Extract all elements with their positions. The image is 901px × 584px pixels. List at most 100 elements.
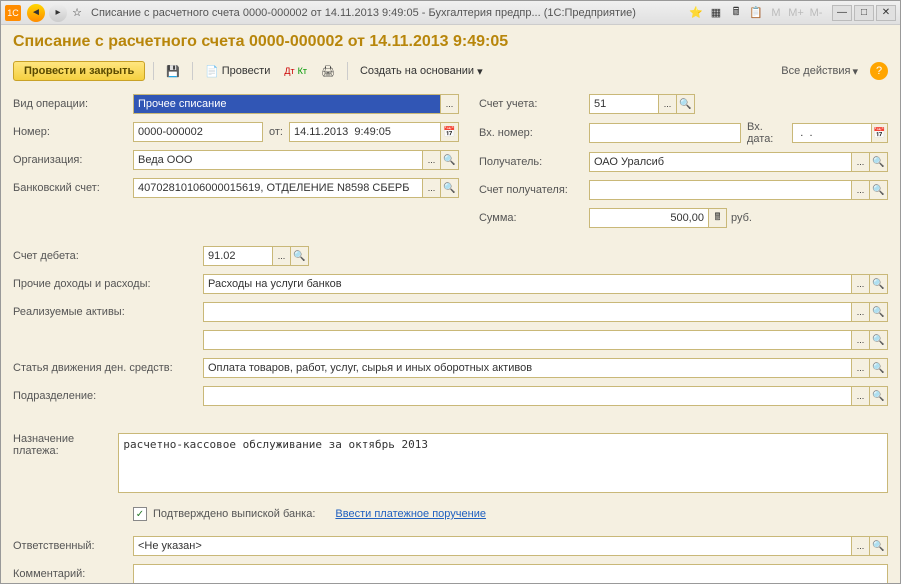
division-select-button[interactable]: ...: [852, 386, 870, 406]
recipient-acc-search-button[interactable]: 🔍: [870, 180, 888, 200]
window-title: Списание с расчетного счета 0000-000002 …: [91, 7, 688, 19]
bank-acc-input[interactable]: [133, 178, 423, 198]
recipient-label: Получатель:: [479, 156, 589, 168]
division-label: Подразделение:: [13, 390, 203, 402]
sum-label: Сумма:: [479, 212, 589, 224]
grid-icon[interactable]: ▦: [708, 5, 724, 21]
assets-select-button[interactable]: ...: [852, 302, 870, 322]
sum-input[interactable]: [589, 208, 709, 228]
comment-input[interactable]: [133, 564, 888, 583]
post-button[interactable]: 📄Провести: [201, 63, 274, 80]
titlebar: 1С ◄ ▸ ☆ Списание с расчетного счета 000…: [1, 1, 900, 25]
org-select-button[interactable]: ...: [423, 150, 441, 170]
from-label: от:: [269, 126, 283, 138]
account-input[interactable]: [589, 94, 659, 114]
minimize-button[interactable]: —: [832, 5, 852, 21]
assets2-select-button[interactable]: ...: [852, 330, 870, 350]
nav-forward-button[interactable]: ▸: [49, 4, 67, 22]
op-type-input[interactable]: [133, 94, 441, 114]
purpose-label-1: Назначение: [13, 433, 118, 445]
all-actions-label: Все действия: [781, 65, 850, 77]
rub-label: руб.: [731, 212, 752, 224]
bank-acc-select-button[interactable]: ...: [423, 178, 441, 198]
org-input[interactable]: [133, 150, 423, 170]
dropdown-icon: ▾: [477, 65, 483, 78]
purpose-textarea[interactable]: [118, 433, 888, 493]
enter-payment-order-link[interactable]: Ввести платежное поручение: [335, 508, 486, 520]
close-button[interactable]: ✕: [876, 5, 896, 21]
responsible-select-button[interactable]: ...: [852, 536, 870, 556]
confirmed-label: Подтверждено выпиской банка:: [153, 508, 315, 520]
separator: [153, 62, 154, 80]
debit-acc-label: Счет дебета:: [13, 250, 203, 262]
in-number-label: Вх. номер:: [479, 127, 589, 139]
help-button[interactable]: ?: [870, 62, 888, 80]
recipient-search-button[interactable]: 🔍: [870, 152, 888, 172]
assets-search-button[interactable]: 🔍: [870, 302, 888, 322]
account-search-button[interactable]: 🔍: [677, 94, 695, 114]
save-button[interactable]: 💾: [162, 63, 184, 80]
toolbar: Провести и закрыть 💾 📄Провести Дт Кт 🖨 Со…: [13, 61, 888, 81]
in-number-input[interactable]: [589, 123, 741, 143]
cash-flow-input[interactable]: [203, 358, 852, 378]
bank-acc-search-button[interactable]: 🔍: [441, 178, 459, 198]
calc-mplus[interactable]: M+: [788, 5, 804, 21]
assets2-search-button[interactable]: 🔍: [870, 330, 888, 350]
left-column: Вид операции: ... Номер: от: 📅: [13, 93, 459, 235]
create-from-button[interactable]: Создать на основании▾: [356, 63, 487, 80]
purpose-label-2: платежа:: [13, 445, 118, 457]
recipient-select-button[interactable]: ...: [852, 152, 870, 172]
recipient-acc-input[interactable]: [589, 180, 852, 200]
nav-back-button[interactable]: ◄: [27, 4, 45, 22]
submit-close-button[interactable]: Провести и закрыть: [13, 61, 145, 81]
post-label: Провести: [222, 65, 271, 77]
division-input[interactable]: [203, 386, 852, 406]
org-label: Организация:: [13, 154, 133, 166]
cash-flow-search-button[interactable]: 🔍: [870, 358, 888, 378]
confirmed-checkbox[interactable]: ✓: [133, 507, 147, 521]
favorite-icon[interactable]: ☆: [69, 5, 85, 21]
responsible-search-button[interactable]: 🔍: [870, 536, 888, 556]
dtkt-icon: Дт: [284, 66, 294, 76]
other-income-select-button[interactable]: ...: [852, 274, 870, 294]
cash-flow-select-button[interactable]: ...: [852, 358, 870, 378]
dtkt-button[interactable]: Дт Кт: [280, 64, 311, 78]
in-date-calendar-button[interactable]: 📅: [872, 123, 888, 143]
debit-acc-select-button[interactable]: ...: [273, 246, 291, 266]
debit-acc-input[interactable]: [203, 246, 273, 266]
date-calendar-button[interactable]: 📅: [441, 122, 459, 142]
maximize-button[interactable]: □: [854, 5, 874, 21]
in-date-input[interactable]: [792, 123, 872, 143]
division-search-button[interactable]: 🔍: [870, 386, 888, 406]
all-actions-button[interactable]: Все действия▾: [781, 65, 858, 78]
responsible-input[interactable]: [133, 536, 852, 556]
app-icon: 1С: [5, 5, 21, 21]
star-icon[interactable]: ⭐: [688, 5, 704, 21]
org-search-button[interactable]: 🔍: [441, 150, 459, 170]
op-type-select-button[interactable]: ...: [441, 94, 459, 114]
assets-realized2-input[interactable]: [203, 330, 852, 350]
number-input[interactable]: [133, 122, 263, 142]
calc-icon[interactable]: 🖩: [728, 5, 744, 21]
calc-mminus[interactable]: M-: [808, 5, 824, 21]
kt-icon: Кт: [298, 66, 307, 76]
separator: [347, 62, 348, 80]
dropdown-icon: ▾: [852, 65, 858, 78]
assets-realized-label: Реализуемые активы:: [13, 306, 203, 318]
recipient-input[interactable]: [589, 152, 852, 172]
calendar-icon[interactable]: 📋: [748, 5, 764, 21]
sum-calc-button[interactable]: 🖩: [709, 208, 727, 228]
assets-realized-input[interactable]: [203, 302, 852, 322]
account-select-button[interactable]: ...: [659, 94, 677, 114]
print-icon: 🖨: [321, 65, 335, 78]
debit-acc-search-button[interactable]: 🔍: [291, 246, 309, 266]
print-button[interactable]: 🖨: [317, 63, 339, 80]
bank-acc-label: Банковский счет:: [13, 182, 133, 194]
recipient-acc-select-button[interactable]: ...: [852, 180, 870, 200]
date-input[interactable]: [289, 122, 441, 142]
other-income-input[interactable]: [203, 274, 852, 294]
cash-flow-label: Статья движения ден. средств:: [13, 362, 203, 374]
other-income-search-button[interactable]: 🔍: [870, 274, 888, 294]
purpose-label: Назначение платежа:: [13, 433, 118, 457]
calc-m[interactable]: M: [768, 5, 784, 21]
